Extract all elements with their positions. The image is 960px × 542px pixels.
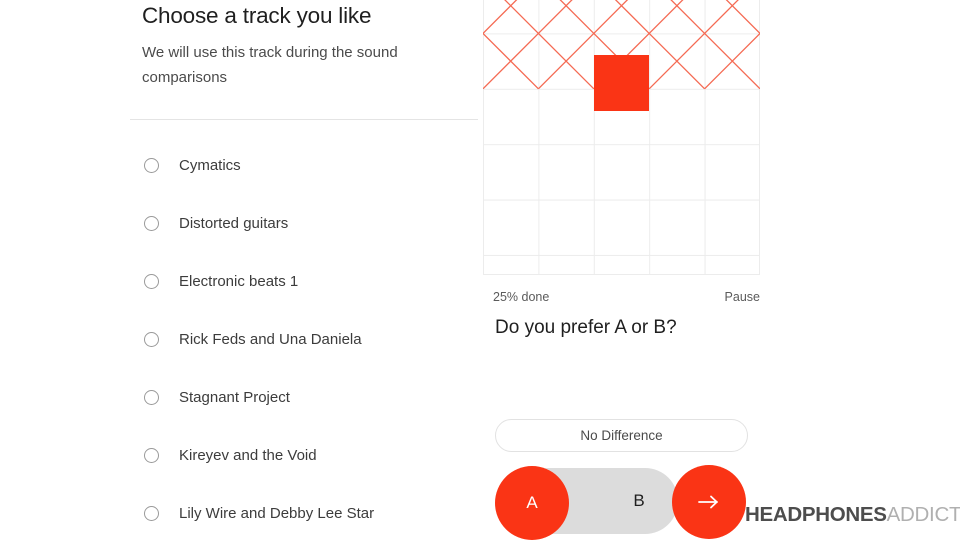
track-selection-panel: Choose a track you like We will use this… [130,0,478,540]
radio-button-icon[interactable] [144,273,159,289]
visualizer-right-border [759,0,760,275]
comparison-panel: 25% done Pause Do you prefer A or B? No … [483,0,960,540]
visualizer-bottom-border [483,274,760,275]
watermark-brand-bold: HEADPHONES [745,503,887,526]
watermark: HEADPHONESADDICT [745,503,960,526]
radio-button-icon[interactable] [144,447,159,463]
radio-button-icon[interactable] [144,215,159,231]
pause-button[interactable]: Pause [725,290,760,304]
comparison-question: Do you prefer A or B? [495,317,677,338]
page-subtitle: We will use this track during the sound … [142,44,398,86]
track-option-label: Cymatics [179,156,241,174]
track-option-label: Distorted guitars [179,214,289,232]
ab-toggle[interactable]: B A [495,466,678,540]
track-radio-group: Cymatics Distorted guitars Electronic beat… [130,136,478,542]
radio-button-icon[interactable] [144,505,159,521]
track-option[interactable]: Distorted guitars [130,194,478,252]
watermark-brand-light: ADDICT [886,503,960,526]
track-option-label: Lily Wire and Debby Lee Star [179,504,375,522]
track-option[interactable]: Lily Wire and Debby Lee Star [130,484,478,542]
track-option[interactable]: Kireyev and the Void [130,426,478,484]
header-divider [130,119,478,120]
track-option[interactable]: Rick Feds and Una Daniela [130,310,478,368]
track-option[interactable]: Cymatics [130,136,478,194]
next-button[interactable] [672,465,746,539]
radio-button-icon[interactable] [144,389,159,405]
visualizer-highlight-cell [593,55,650,111]
arrow-right-icon [696,494,722,510]
track-option[interactable]: Stagnant Project [130,368,478,426]
no-difference-label: No Difference [580,428,663,443]
track-option[interactable]: Electronic beats 1 [130,252,478,310]
ab-toggle-option-b[interactable]: B [619,468,659,534]
ab-toggle-option-a[interactable]: A [495,466,569,540]
progress-label: 25% done [493,290,550,304]
track-option-label: Electronic beats 1 [179,272,299,290]
radio-button-icon[interactable] [144,157,159,173]
track-option-label: Kireyev and the Void [179,446,317,464]
track-option-label: Rick Feds and Una Daniela [179,330,362,348]
radio-button-icon[interactable] [144,331,159,347]
playback-status-row: 25% done Pause [483,290,760,304]
no-difference-button[interactable]: No Difference [495,419,748,452]
page-title: Choose a track you like [142,3,372,28]
audio-visualizer-grid [483,0,760,275]
track-option-label: Stagnant Project [179,388,290,406]
visualizer-gridlines [483,0,760,275]
